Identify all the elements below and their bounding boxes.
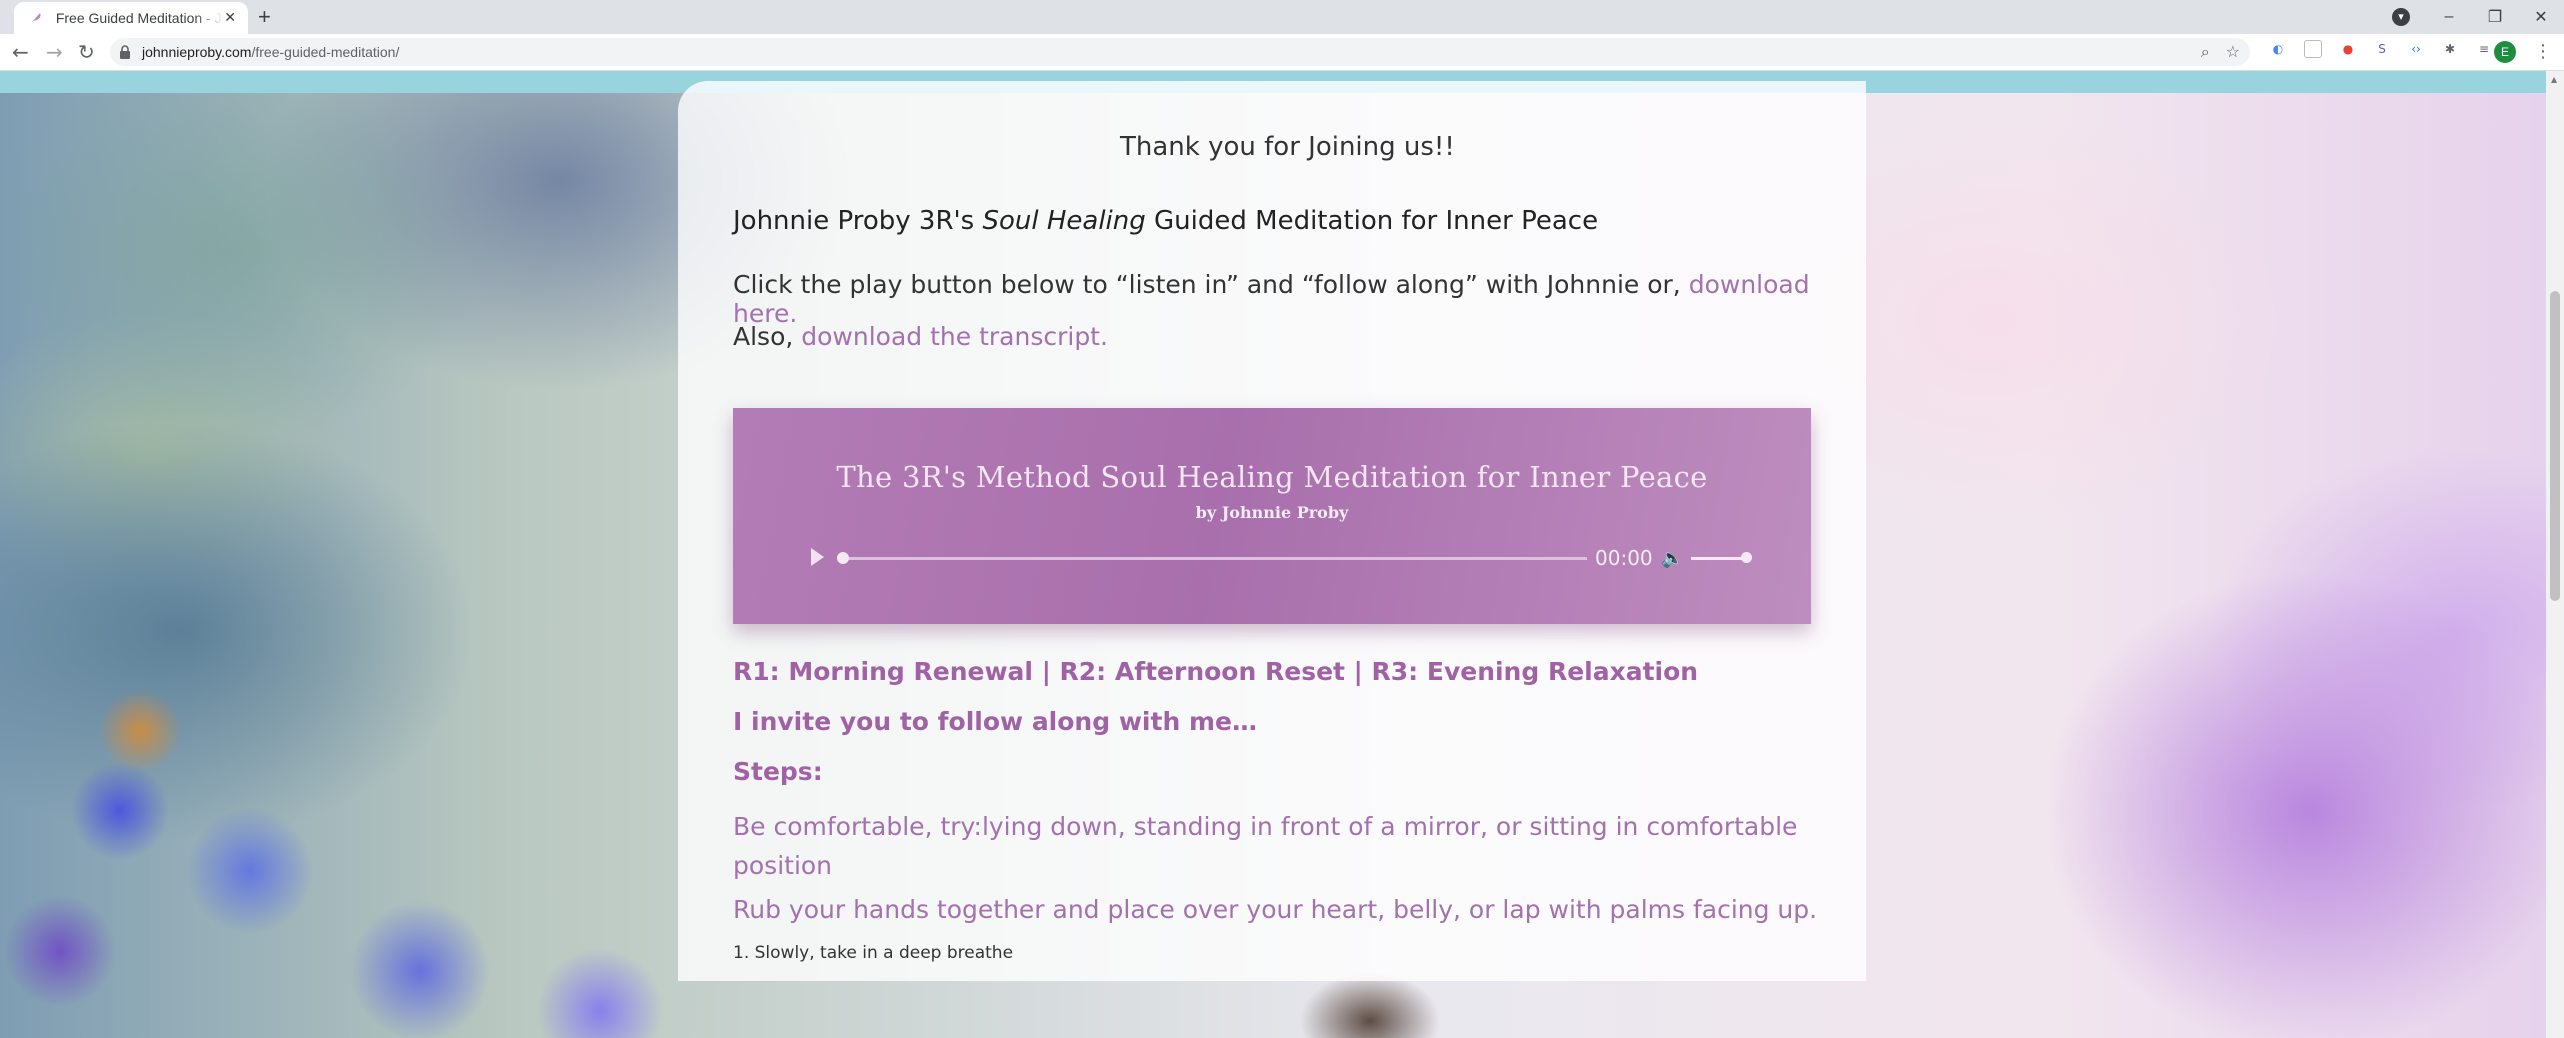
volume-slider[interactable]	[1691, 557, 1747, 560]
color-picker-icon[interactable]: ●	[2340, 41, 2356, 57]
close-window-button[interactable]: ✕	[2518, 7, 2564, 27]
extension-2-icon[interactable]	[2304, 40, 2322, 58]
player-author: by Johnnie Proby	[1195, 503, 1349, 522]
browser-toolbar: ← → ↻ johnnieproby.com/free-guided-medit…	[0, 34, 2564, 71]
meditation-heading: Johnnie Proby 3R's Soul Healing Guided M…	[733, 206, 1813, 236]
thanks-text: Thank you for Joining us!!	[1120, 132, 1455, 162]
url-text: johnnieproby.com/free-guided-meditation/	[142, 44, 399, 60]
step-comfortable: Be comfortable, try:lying down, standing…	[733, 812, 1798, 880]
progress-knob[interactable]	[837, 552, 849, 564]
tab-search-icon[interactable]: ▾	[2392, 8, 2410, 26]
tab-close-icon[interactable]: ✕	[224, 10, 236, 26]
transcript-line: Also, download the transcript.	[733, 322, 1813, 351]
flowers-image	[0, 691, 760, 1038]
new-tab-button[interactable]: +	[258, 4, 271, 30]
window-controls: – ❐ ✕	[2426, 0, 2564, 34]
forward-icon[interactable]: →	[46, 40, 63, 64]
back-icon[interactable]: ←	[12, 40, 29, 64]
scroll-thumb[interactable]	[2550, 291, 2560, 601]
feather-icon	[28, 10, 44, 26]
url-domain: johnnieproby.com	[142, 44, 252, 60]
play-instructions: Click the play button below to “listen i…	[733, 270, 1813, 328]
browser-tab[interactable]: Free Guided Meditation - Johnnie Proby ✕	[14, 2, 248, 34]
volume-icon[interactable]: 🔈	[1661, 548, 1683, 569]
profile-avatar[interactable]: E	[2494, 41, 2516, 63]
url-path: /free-guided-meditation/	[251, 44, 400, 60]
play-instructions-text: Click the play button below to “listen i…	[733, 270, 1689, 299]
tab-title: Free Guided Meditation - Johnnie Proby	[55, 10, 224, 26]
step-rub-hands: Rub your hands together and place over y…	[733, 895, 1818, 924]
scroll-up-icon[interactable]: ▲	[2551, 75, 2557, 84]
tab-strip: Free Guided Meditation - Johnnie Proby ✕…	[0, 0, 2564, 34]
current-time: 00:00	[1595, 546, 1653, 570]
progress-slider[interactable]	[843, 557, 1587, 560]
omnibox-actions: ⌕ ☆	[2201, 42, 2240, 62]
bookmark-star-icon[interactable]: ☆	[2226, 42, 2240, 62]
download-transcript-link[interactable]: download the transcript.	[801, 322, 1108, 351]
volume-knob[interactable]	[1741, 552, 1752, 563]
extensions-area: ◐ ● S ‹› ✱ ≡	[2270, 40, 2492, 58]
puzzle-icon[interactable]: ✱	[2442, 41, 2458, 57]
menu-dots-icon[interactable]: ⋮	[2534, 40, 2552, 64]
step-breathe: 1. Slowly, take in a deep breathe	[733, 943, 1014, 963]
minimize-button[interactable]: –	[2426, 8, 2472, 26]
media-icon[interactable]: ≡	[2476, 41, 2492, 57]
steps-heading: Steps:	[733, 757, 823, 786]
lock-icon[interactable]	[118, 45, 132, 59]
audio-player: The 3R's Method Soul Healing Meditation …	[733, 408, 1811, 624]
transcript-prefix: Also,	[733, 322, 802, 351]
heading-italic: Soul Healing	[982, 206, 1146, 236]
player-title: The 3R's Method Soul Healing Meditation …	[836, 460, 1708, 494]
routine-subtitle: R1: Morning Renewal | R2: Afternoon Rese…	[733, 657, 1699, 686]
address-bar[interactable]: johnnieproby.com/free-guided-meditation/…	[110, 38, 2250, 66]
code-icon[interactable]: ‹›	[2408, 41, 2424, 57]
invite-text: I invite you to follow along with me…	[733, 707, 1257, 736]
extension-s-icon[interactable]: S	[2374, 41, 2390, 57]
page-scrollbar[interactable]: ▲	[2546, 71, 2564, 1038]
reload-icon[interactable]: ↻	[78, 40, 95, 64]
restore-button[interactable]: ❐	[2472, 7, 2518, 27]
heading-suffix: Guided Meditation for Inner Peace	[1145, 206, 1599, 236]
extension-1-icon[interactable]: ◐	[2270, 41, 2286, 57]
zoom-icon[interactable]: ⌕	[2201, 42, 2210, 62]
heading-prefix: Johnnie Proby 3R's	[733, 206, 983, 236]
play-icon[interactable]	[811, 548, 824, 566]
